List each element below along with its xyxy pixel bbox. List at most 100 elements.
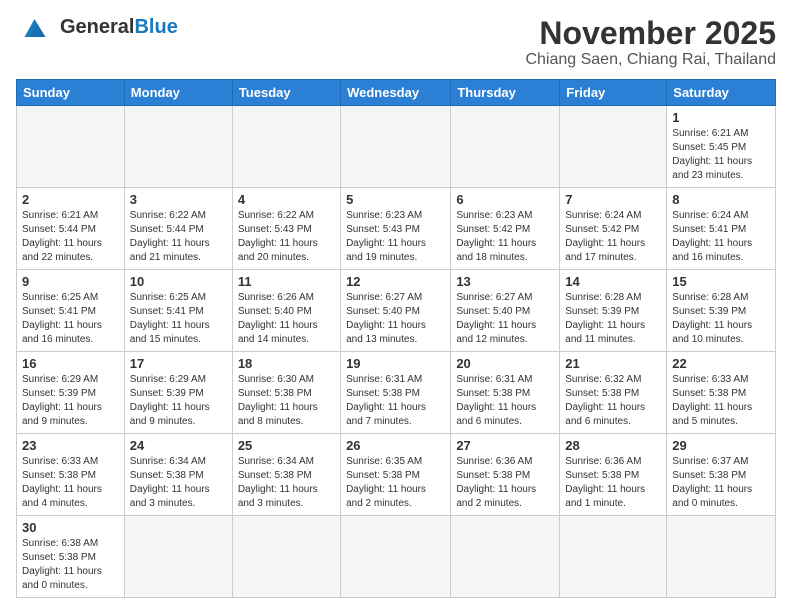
calendar-cell: 3Sunrise: 6:22 AM Sunset: 5:44 PM Daylig… bbox=[124, 188, 232, 270]
day-number: 5 bbox=[346, 192, 445, 207]
calendar-cell bbox=[667, 516, 776, 598]
calendar-week-row: 23Sunrise: 6:33 AM Sunset: 5:38 PM Dayli… bbox=[17, 434, 776, 516]
logo: GeneralBlue bbox=[16, 16, 178, 38]
calendar-cell: 16Sunrise: 6:29 AM Sunset: 5:39 PM Dayli… bbox=[17, 352, 125, 434]
calendar-cell: 18Sunrise: 6:30 AM Sunset: 5:38 PM Dayli… bbox=[232, 352, 340, 434]
day-info: Sunrise: 6:34 AM Sunset: 5:38 PM Dayligh… bbox=[130, 455, 227, 511]
calendar-week-row: 1 Sunrise: 6:21 AM Sunset: 5:45 PM Daylig… bbox=[17, 106, 776, 188]
calendar-cell: 20 Sunrise: 6:31 AM Sunset: 5:38 PM Dayli… bbox=[451, 352, 560, 434]
calendar-cell: 14Sunrise: 6:28 AM Sunset: 5:39 PM Dayli… bbox=[560, 270, 667, 352]
day-info: Sunrise: 6:27 AM Sunset: 5:40 PM Dayligh… bbox=[346, 291, 445, 347]
day-info: Sunrise: 6:32 AM Sunset: 5:38 PM Dayligh… bbox=[565, 373, 661, 429]
day-number: 8 bbox=[672, 192, 770, 207]
calendar-cell bbox=[451, 106, 560, 188]
day-info: Sunrise: 6:37 AM Sunset: 5:38 PM Dayligh… bbox=[672, 455, 770, 511]
day-number: 7 bbox=[565, 192, 661, 207]
day-number: 6 bbox=[456, 192, 554, 207]
calendar-cell: 19 Sunrise: 6:31 AM Sunset: 5:38 PM Dayli… bbox=[341, 352, 451, 434]
day-info: Sunrise: 6:31 AM Sunset: 5:38 PM Dayligh… bbox=[346, 373, 445, 429]
weekday-header-friday: Friday bbox=[560, 80, 667, 106]
weekday-header-monday: Monday bbox=[124, 80, 232, 106]
day-number: 4 bbox=[238, 192, 335, 207]
weekday-header-tuesday: Tuesday bbox=[232, 80, 340, 106]
day-number: 22 bbox=[672, 356, 770, 371]
day-number: 27 bbox=[456, 438, 554, 453]
day-info: Sunrise: 6:31 AM Sunset: 5:38 PM Dayligh… bbox=[456, 373, 554, 429]
day-info: Sunrise: 6:22 AM Sunset: 5:43 PM Dayligh… bbox=[238, 209, 335, 265]
weekday-header-sunday: Sunday bbox=[17, 80, 125, 106]
calendar-cell: 25 Sunrise: 6:34 AM Sunset: 5:38 PM Dayli… bbox=[232, 434, 340, 516]
day-number: 1 bbox=[672, 110, 770, 125]
calendar-cell: 2Sunrise: 6:21 AM Sunset: 5:44 PM Daylig… bbox=[17, 188, 125, 270]
day-info: Sunrise: 6:23 AM Sunset: 5:42 PM Dayligh… bbox=[456, 209, 554, 265]
calendar-cell: 24Sunrise: 6:34 AM Sunset: 5:38 PM Dayli… bbox=[124, 434, 232, 516]
day-info: Sunrise: 6:33 AM Sunset: 5:38 PM Dayligh… bbox=[672, 373, 770, 429]
day-info: Sunrise: 6:25 AM Sunset: 5:41 PM Dayligh… bbox=[130, 291, 227, 347]
day-info: Sunrise: 6:29 AM Sunset: 5:39 PM Dayligh… bbox=[130, 373, 227, 429]
day-info: Sunrise: 6:22 AM Sunset: 5:44 PM Dayligh… bbox=[130, 209, 227, 265]
calendar-cell: 26Sunrise: 6:35 AM Sunset: 5:38 PM Dayli… bbox=[341, 434, 451, 516]
day-number: 29 bbox=[672, 438, 770, 453]
calendar-cell: 7 Sunrise: 6:24 AM Sunset: 5:42 PM Daylig… bbox=[560, 188, 667, 270]
day-number: 21 bbox=[565, 356, 661, 371]
day-info: Sunrise: 6:21 AM Sunset: 5:45 PM Dayligh… bbox=[672, 127, 770, 183]
calendar-cell: 17Sunrise: 6:29 AM Sunset: 5:39 PM Dayli… bbox=[124, 352, 232, 434]
day-info: Sunrise: 6:33 AM Sunset: 5:38 PM Dayligh… bbox=[22, 455, 119, 511]
calendar-cell: 13 Sunrise: 6:27 AM Sunset: 5:40 PM Dayli… bbox=[451, 270, 560, 352]
day-info: Sunrise: 6:23 AM Sunset: 5:43 PM Dayligh… bbox=[346, 209, 445, 265]
calendar-cell: 30Sunrise: 6:38 AM Sunset: 5:38 PM Dayli… bbox=[17, 516, 125, 598]
day-info: Sunrise: 6:24 AM Sunset: 5:41 PM Dayligh… bbox=[672, 209, 770, 265]
calendar-cell bbox=[341, 106, 451, 188]
calendar-cell: 11 Sunrise: 6:26 AM Sunset: 5:40 PM Dayli… bbox=[232, 270, 340, 352]
day-number: 28 bbox=[565, 438, 661, 453]
calendar-cell: 10 Sunrise: 6:25 AM Sunset: 5:41 PM Dayli… bbox=[124, 270, 232, 352]
day-number: 14 bbox=[565, 274, 661, 289]
month-year-title: November 2025 bbox=[525, 16, 776, 51]
title-block: November 2025 Chiang Saen, Chiang Rai, T… bbox=[525, 16, 776, 69]
calendar-cell bbox=[232, 516, 340, 598]
logo-general: General bbox=[60, 16, 134, 38]
calendar-cell: 23Sunrise: 6:33 AM Sunset: 5:38 PM Dayli… bbox=[17, 434, 125, 516]
day-number: 9 bbox=[22, 274, 119, 289]
day-info: Sunrise: 6:25 AM Sunset: 5:41 PM Dayligh… bbox=[22, 291, 119, 347]
day-number: 20 bbox=[456, 356, 554, 371]
calendar-cell: 5 Sunrise: 6:23 AM Sunset: 5:43 PM Daylig… bbox=[341, 188, 451, 270]
day-number: 19 bbox=[346, 356, 445, 371]
calendar-cell bbox=[124, 516, 232, 598]
calendar-cell bbox=[451, 516, 560, 598]
calendar-cell: 15Sunrise: 6:28 AM Sunset: 5:39 PM Dayli… bbox=[667, 270, 776, 352]
day-number: 16 bbox=[22, 356, 119, 371]
calendar-cell bbox=[232, 106, 340, 188]
calendar-cell: 9 Sunrise: 6:25 AM Sunset: 5:41 PM Daylig… bbox=[17, 270, 125, 352]
calendar-cell: 22 Sunrise: 6:33 AM Sunset: 5:38 PM Dayli… bbox=[667, 352, 776, 434]
calendar-cell bbox=[17, 106, 125, 188]
calendar-cell: 27 Sunrise: 6:36 AM Sunset: 5:38 PM Dayli… bbox=[451, 434, 560, 516]
day-info: Sunrise: 6:24 AM Sunset: 5:42 PM Dayligh… bbox=[565, 209, 661, 265]
calendar-cell: 28Sunrise: 6:36 AM Sunset: 5:38 PM Dayli… bbox=[560, 434, 667, 516]
day-info: Sunrise: 6:26 AM Sunset: 5:40 PM Dayligh… bbox=[238, 291, 335, 347]
day-number: 25 bbox=[238, 438, 335, 453]
calendar-cell: 12 Sunrise: 6:27 AM Sunset: 5:40 PM Dayli… bbox=[341, 270, 451, 352]
day-number: 2 bbox=[22, 192, 119, 207]
calendar-week-row: 16 Sunrise: 6:29 AM Sunset: 5:39 PM Dayli… bbox=[17, 352, 776, 434]
page-header: GeneralBlue November 2025 Chiang Saen, C… bbox=[16, 16, 776, 69]
day-number: 13 bbox=[456, 274, 554, 289]
logo-icon bbox=[16, 19, 54, 37]
day-info: Sunrise: 6:28 AM Sunset: 5:39 PM Dayligh… bbox=[672, 291, 770, 347]
day-info: Sunrise: 6:36 AM Sunset: 5:38 PM Dayligh… bbox=[456, 455, 554, 511]
day-info: Sunrise: 6:34 AM Sunset: 5:38 PM Dayligh… bbox=[238, 455, 335, 511]
weekday-header-saturday: Saturday bbox=[667, 80, 776, 106]
day-number: 18 bbox=[238, 356, 335, 371]
calendar-cell: 8 Sunrise: 6:24 AM Sunset: 5:41 PM Daylig… bbox=[667, 188, 776, 270]
calendar-cell: 29 Sunrise: 6:37 AM Sunset: 5:38 PM Dayli… bbox=[667, 434, 776, 516]
calendar-cell bbox=[560, 106, 667, 188]
day-number: 11 bbox=[238, 274, 335, 289]
day-number: 12 bbox=[346, 274, 445, 289]
day-number: 30 bbox=[22, 520, 119, 535]
day-number: 10 bbox=[130, 274, 227, 289]
calendar-week-row: 30Sunrise: 6:38 AM Sunset: 5:38 PM Dayli… bbox=[17, 516, 776, 598]
weekday-header-thursday: Thursday bbox=[451, 80, 560, 106]
day-info: Sunrise: 6:27 AM Sunset: 5:40 PM Dayligh… bbox=[456, 291, 554, 347]
calendar-cell: 4 Sunrise: 6:22 AM Sunset: 5:43 PM Daylig… bbox=[232, 188, 340, 270]
location-subtitle: Chiang Saen, Chiang Rai, Thailand bbox=[525, 51, 776, 69]
